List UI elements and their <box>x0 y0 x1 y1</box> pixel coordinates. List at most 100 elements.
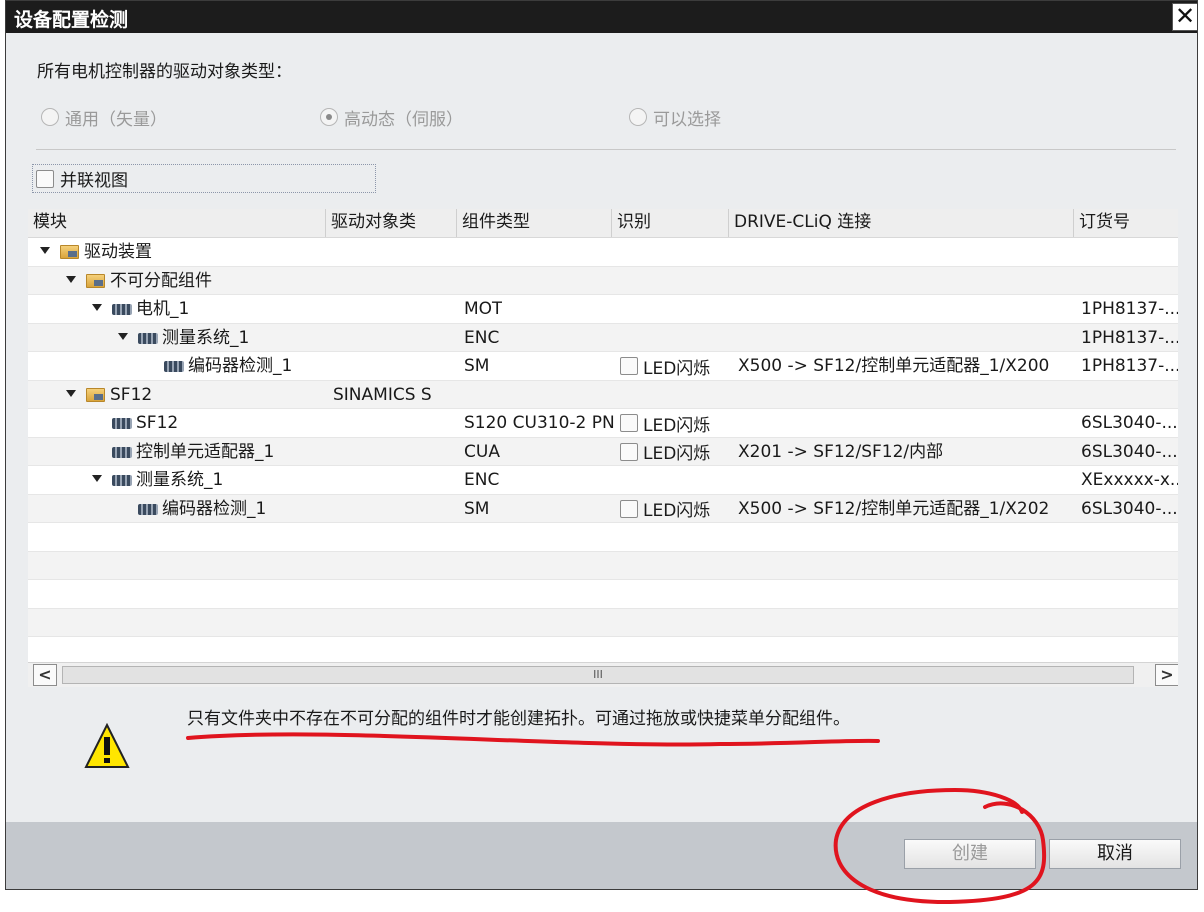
radio-selected-icon <box>320 108 338 126</box>
checkbox-icon <box>620 357 638 375</box>
radio-icon <box>629 108 647 126</box>
module-name: 测量系统_1 <box>162 327 250 348</box>
component-type: ENC <box>464 327 500 348</box>
module-name: 不可分配组件 <box>110 270 212 291</box>
table-row[interactable]: SF12 SINAMICS S <box>28 380 1178 409</box>
table-row[interactable]: SF12 S120 CU310-2 PN 6SL3040-... LED闪烁 <box>28 409 1178 438</box>
expand-arrow-icon[interactable] <box>66 275 76 283</box>
table-row[interactable]: 控制单元适配器_1 CUA X201 -> SF12/SF12/内部 6SL3040-… <box>28 437 1178 466</box>
order-number: 1PH8137-... <box>1081 356 1178 376</box>
parallel-view-checkbox[interactable]: 并联视图 <box>32 164 376 193</box>
table-row[interactable]: 编码器检测_1 SM X500 -> SF12/控制单元适配器_1/X202 6SL3… <box>28 494 1178 523</box>
checkbox-icon <box>620 499 638 518</box>
device-icon <box>112 304 132 315</box>
device-icon <box>138 503 158 515</box>
module-name: SF12 <box>110 384 153 405</box>
scroll-thumb[interactable]: III <box>62 666 1134 684</box>
column-header-component-type[interactable]: 组件类型 <box>457 209 612 237</box>
dialog-title: 设备配置检测 <box>14 9 129 31</box>
device-icon <box>112 418 132 429</box>
create-button[interactable]: 创建 <box>904 839 1036 869</box>
scroll-right-icon[interactable]: > <box>1155 664 1178 686</box>
order-number: 6SL3040-... <box>1081 413 1178 433</box>
folder-icon <box>60 245 79 259</box>
warning-message: 只有文件夹中不存在不可分配的组件时才能创建拓扑。可通过拖放或快捷菜单分配组件。 <box>187 709 850 729</box>
component-type: ENC <box>464 470 500 490</box>
module-name: 测量系统_1 <box>136 470 224 490</box>
close-button[interactable]: ✕ <box>1172 3 1197 31</box>
radio-selectable[interactable]: 可以选择 <box>629 105 721 130</box>
checkbox-icon <box>620 414 638 432</box>
empty-table-row <box>28 523 1178 552</box>
column-header-order-number[interactable]: 订货号 <box>1074 209 1178 237</box>
column-header-drive-object[interactable]: 驱动对象类 <box>326 209 457 237</box>
table-row[interactable]: 测量系统_1 ENC 1PH8137-... <box>28 323 1178 352</box>
component-table: 模块 驱动对象类 组件类型 识别 DRIVE-CLiQ 连接 订货号 驱动装置不… <box>28 209 1178 687</box>
led-flash-checkbox[interactable]: LED闪烁 <box>620 352 710 380</box>
order-number: 1PH8137-... <box>1081 327 1178 348</box>
folder-icon <box>86 273 105 288</box>
component-type: MOT <box>464 299 503 319</box>
drive-cliq-connection: X500 -> SF12/控制单元适配器_1/X200 <box>738 356 1050 376</box>
drive-object-class: SINAMICS S <box>333 384 432 405</box>
module-name: 编码器检测_1 <box>162 498 267 519</box>
component-type: SM <box>464 356 490 376</box>
radio-icon <box>41 108 59 126</box>
table-row[interactable]: 编码器检测_1 SM X500 -> SF12/控制单元适配器_1/X200 1PH8… <box>28 352 1178 381</box>
component-type: SM <box>464 498 490 519</box>
module-name: 电机_1 <box>136 299 190 319</box>
module-name: SF12 <box>136 413 179 433</box>
radio-label: 通用（矢量） <box>65 109 167 130</box>
radio-high-dynamic-servo[interactable]: 高动态（伺服） <box>320 105 463 130</box>
device-icon <box>164 361 184 372</box>
expand-arrow-icon[interactable] <box>92 475 102 482</box>
device-config-detection-dialog: 设备配置检测 ✕ 所有电机控制器的驱动对象类型： 通用（矢量） 高动态（伺服） … <box>5 0 1198 890</box>
folder-icon <box>86 387 105 402</box>
table-row[interactable]: 驱动装置 <box>28 238 1178 267</box>
horizontal-scrollbar[interactable]: < III > <box>28 662 1178 687</box>
component-type: S120 CU310-2 PN <box>464 413 615 433</box>
table-header: 模块 驱动对象类 组件类型 识别 DRIVE-CLiQ 连接 订货号 <box>28 209 1178 238</box>
title-bar: 设备配置检测 ✕ <box>6 1 1197 33</box>
led-flash-checkbox[interactable]: LED闪烁 <box>620 438 710 466</box>
order-number: 6SL3040-... <box>1081 441 1178 462</box>
expand-arrow-icon[interactable] <box>40 247 50 254</box>
empty-table-row <box>28 608 1178 637</box>
order-number: 1PH8137-... <box>1081 299 1178 319</box>
order-number: 6SL3040-... <box>1081 498 1178 519</box>
expand-arrow-icon[interactable] <box>92 304 102 311</box>
order-number: XExxxxx-x... <box>1081 470 1178 490</box>
table-row[interactable]: 测量系统_1 ENC XExxxxx-x... <box>28 466 1178 495</box>
radio-label: 可以选择 <box>653 109 721 130</box>
led-flash-checkbox[interactable]: LED闪烁 <box>620 495 710 523</box>
radio-label: 高动态（伺服） <box>344 109 463 130</box>
led-flash-label: LED闪烁 <box>643 415 711 436</box>
component-type: CUA <box>464 441 500 462</box>
parallel-view-label: 并联视图 <box>60 171 128 191</box>
module-name: 控制单元适配器_1 <box>136 441 275 462</box>
column-header-module[interactable]: 模块 <box>28 209 326 237</box>
device-icon <box>112 446 132 458</box>
column-header-drive-cliq[interactable]: DRIVE-CLiQ 连接 <box>729 209 1074 237</box>
led-flash-label: LED闪烁 <box>643 358 711 379</box>
empty-table-row <box>28 551 1178 580</box>
led-flash-checkbox[interactable]: LED闪烁 <box>620 409 710 437</box>
device-icon <box>112 475 132 486</box>
drive-cliq-connection: X500 -> SF12/控制单元适配器_1/X202 <box>738 498 1050 519</box>
scroll-left-icon[interactable]: < <box>33 664 57 686</box>
module-name: 驱动装置 <box>84 242 152 262</box>
warning-icon <box>84 723 130 768</box>
expand-arrow-icon[interactable] <box>66 389 76 397</box>
checkbox-icon <box>620 442 638 461</box>
drive-object-type-label: 所有电机控制器的驱动对象类型： <box>37 62 292 82</box>
table-row[interactable]: 电机_1 MOT 1PH8137-... <box>28 295 1178 324</box>
table-row[interactable]: 不可分配组件 <box>28 266 1178 295</box>
module-name: 编码器检测_1 <box>188 356 293 376</box>
separator <box>36 149 1176 150</box>
column-header-identify[interactable]: 识别 <box>612 209 729 237</box>
drive-cliq-connection: X201 -> SF12/SF12/内部 <box>738 441 944 462</box>
device-icon <box>138 332 158 344</box>
radio-general-vector[interactable]: 通用（矢量） <box>41 105 167 130</box>
cancel-button[interactable]: 取消 <box>1049 839 1181 869</box>
expand-arrow-icon[interactable] <box>118 332 128 340</box>
